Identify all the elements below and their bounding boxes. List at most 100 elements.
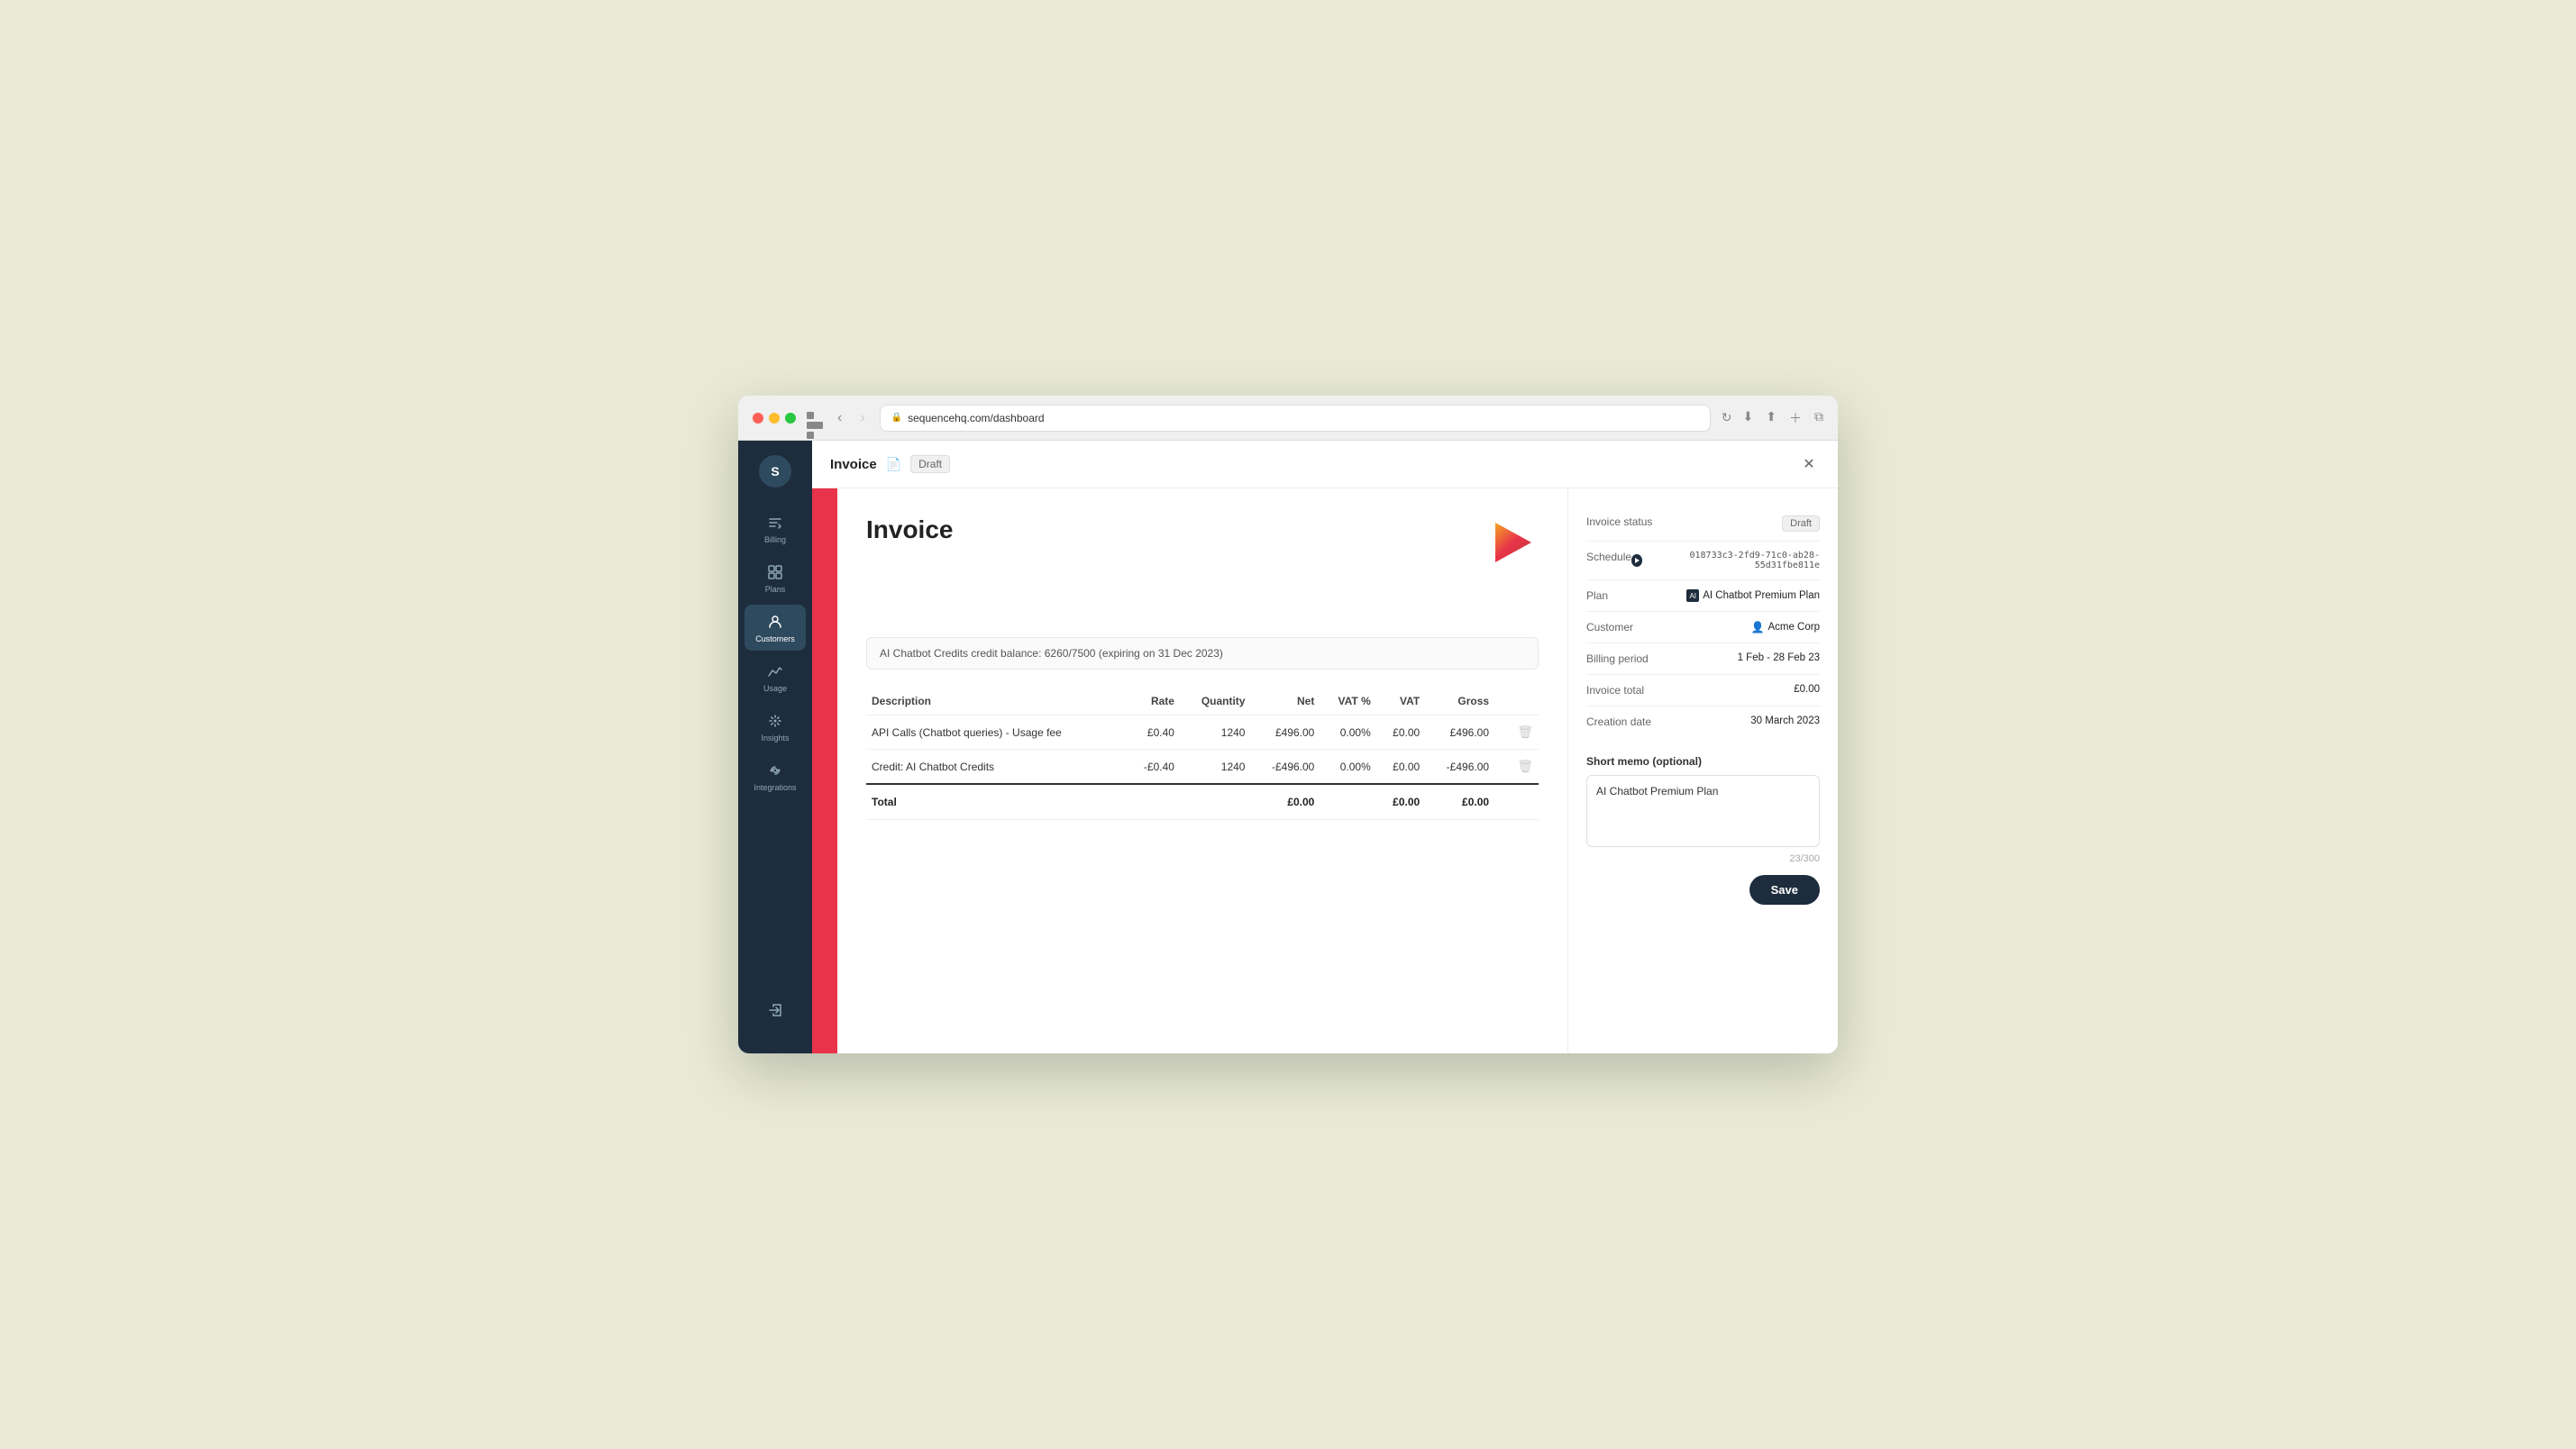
memo-character-count: 23/300 — [1586, 853, 1820, 864]
row1-vat: £0.00 — [1376, 715, 1425, 750]
schedule-id: 018733c3-2fd9-71c0-ab28-55d31fbe811e — [1646, 551, 1820, 570]
save-button[interactable]: Save — [1749, 875, 1820, 905]
traffic-lights — [753, 413, 796, 424]
company-logo — [1484, 515, 1539, 574]
invoice-panel-header: Invoice 📄 Draft ✕ — [812, 441, 1838, 488]
download-icon[interactable]: ⬇ — [1743, 409, 1754, 427]
sidebar-toggle-icon[interactable] — [807, 412, 823, 424]
row1-rate: £0.40 — [1126, 715, 1180, 750]
tabs-icon[interactable]: ⧉ — [1814, 409, 1823, 427]
invoice-total-value: £0.00 — [1794, 684, 1820, 695]
insights-icon — [765, 711, 785, 731]
forward-button[interactable]: › — [856, 410, 868, 426]
browser-chrome: ‹ › 🔒 sequencehq.com/dashboard ↻ ⬇ ⬆ ＋ ⧉ — [738, 396, 1838, 441]
table-row: API Calls (Chatbot queries) - Usage fee … — [866, 715, 1539, 750]
sidebar-label-usage: Usage — [763, 684, 787, 693]
app-layout: S Billing — [738, 441, 1838, 1053]
invoice-header-left: Invoice 📄 Draft — [830, 455, 950, 473]
row1-vat-pct: 0.00% — [1320, 715, 1375, 750]
browser-window: ‹ › 🔒 sequencehq.com/dashboard ↻ ⬇ ⬆ ＋ ⧉… — [738, 396, 1838, 1053]
invoice-table: Description Rate Quantity Net VAT % VAT … — [866, 688, 1539, 820]
plan-label: Plan — [1586, 589, 1608, 602]
minimize-traffic-light[interactable] — [769, 413, 780, 424]
invoice-status-label: Invoice status — [1586, 515, 1652, 528]
memo-textarea[interactable]: AI Chatbot Premium Plan — [1586, 775, 1820, 847]
creation-date-value: 30 March 2023 — [1750, 715, 1820, 726]
plans-icon — [765, 562, 785, 582]
address-bar[interactable]: 🔒 sequencehq.com/dashboard — [880, 405, 1711, 432]
row2-gross: -£496.00 — [1425, 750, 1494, 785]
customer-row: Customer 👤 Acme Corp — [1586, 612, 1820, 643]
sidebar-item-usage[interactable]: Usage — [744, 654, 806, 700]
col-net: Net — [1250, 688, 1320, 715]
credit-notice: AI Chatbot Credits credit balance: 6260/… — [866, 637, 1539, 670]
close-traffic-light[interactable] — [753, 413, 763, 424]
col-vat: VAT — [1376, 688, 1425, 715]
schedule-value: 018733c3-2fd9-71c0-ab28-55d31fbe811e — [1631, 551, 1820, 570]
sidebar-label-customers: Customers — [755, 634, 795, 643]
sidebar-label-insights: Insights — [761, 734, 789, 743]
sidebar-item-integrations[interactable]: Integrations — [744, 753, 806, 799]
delete-row1-button[interactable]: 🗑 — [1510, 724, 1533, 739]
col-description: Description — [866, 688, 1126, 715]
plan-name: AI Chatbot Premium Plan — [1703, 590, 1820, 601]
close-button[interactable]: ✕ — [1798, 453, 1820, 475]
draft-badge: Draft — [910, 455, 950, 473]
sidebar-item-plans[interactable]: Plans — [744, 555, 806, 601]
sidebar-item-billing[interactable]: Billing — [744, 506, 806, 551]
row2-description: Credit: AI Chatbot Credits — [866, 750, 1126, 785]
reload-icon[interactable]: ↻ — [1722, 410, 1732, 425]
invoice-doc-icon: 📄 — [886, 457, 901, 472]
share-icon[interactable]: ⬆ — [1766, 409, 1777, 427]
total-label: Total — [866, 784, 1250, 820]
browser-actions: ⬇ ⬆ ＋ ⧉ — [1743, 409, 1823, 427]
avatar[interactable]: S — [759, 455, 791, 488]
table-header-row: Description Rate Quantity Net VAT % VAT … — [866, 688, 1539, 715]
memo-label: Short memo (optional) — [1586, 755, 1820, 768]
col-vat-pct: VAT % — [1320, 688, 1375, 715]
total-vat-pct — [1320, 784, 1375, 820]
table-row: Credit: AI Chatbot Credits -£0.40 1240 -… — [866, 750, 1539, 785]
billing-period-label: Billing period — [1586, 652, 1649, 665]
row2-vat-pct: 0.00% — [1320, 750, 1375, 785]
sidebar-item-customers[interactable]: Customers — [744, 605, 806, 651]
col-actions — [1494, 688, 1539, 715]
back-button[interactable]: ‹ — [834, 410, 845, 426]
logout-button[interactable] — [762, 997, 789, 1028]
customer-icon: 👤 — [1751, 621, 1765, 633]
sidebar: S Billing — [738, 441, 812, 1053]
invoice-left: Invoice — [812, 488, 1567, 1053]
maximize-traffic-light[interactable] — [785, 413, 796, 424]
customers-icon — [765, 612, 785, 632]
row1-gross: £496.00 — [1425, 715, 1494, 750]
row2-quantity: 1240 — [1180, 750, 1251, 785]
sidebar-label-billing: Billing — [764, 535, 786, 544]
invoice-status-row: Invoice status Draft — [1586, 506, 1820, 542]
row1-net: £496.00 — [1250, 715, 1320, 750]
row1-quantity: 1240 — [1180, 715, 1251, 750]
sidebar-label-integrations: Integrations — [754, 783, 796, 792]
col-quantity: Quantity — [1180, 688, 1251, 715]
creation-date-row: Creation date 30 March 2023 — [1586, 706, 1820, 737]
plan-row: Plan AI AI Chatbot Premium Plan — [1586, 580, 1820, 612]
lock-icon: 🔒 — [891, 413, 902, 423]
plan-value-container: AI AI Chatbot Premium Plan — [1686, 589, 1820, 602]
sidebar-nav: Billing Plans — [738, 506, 812, 986]
browser-controls — [807, 412, 823, 424]
sidebar-item-insights[interactable]: Insights — [744, 704, 806, 750]
billing-period-row: Billing period 1 Feb - 28 Feb 23 — [1586, 643, 1820, 675]
customer-name: Acme Corp — [1768, 622, 1820, 633]
invoice-total-label: Invoice total — [1586, 684, 1644, 697]
creation-date-label: Creation date — [1586, 715, 1651, 728]
url-text: sequencehq.com/dashboard — [908, 412, 1044, 424]
delete-row2-button[interactable]: 🗑 — [1510, 759, 1533, 773]
schedule-play-button[interactable] — [1631, 554, 1642, 567]
customer-label: Customer — [1586, 621, 1633, 633]
total-vat: £0.00 — [1376, 784, 1425, 820]
row2-rate: -£0.40 — [1126, 750, 1180, 785]
invoice-info-section: Invoice status Draft Schedule 018733c3-2… — [1586, 506, 1820, 737]
schedule-label: Schedule — [1586, 551, 1631, 563]
customer-value-container: 👤 Acme Corp — [1751, 621, 1820, 633]
main-content: Invoice 📄 Draft ✕ Invoice — [812, 441, 1838, 1053]
new-tab-icon[interactable]: ＋ — [1789, 409, 1802, 427]
